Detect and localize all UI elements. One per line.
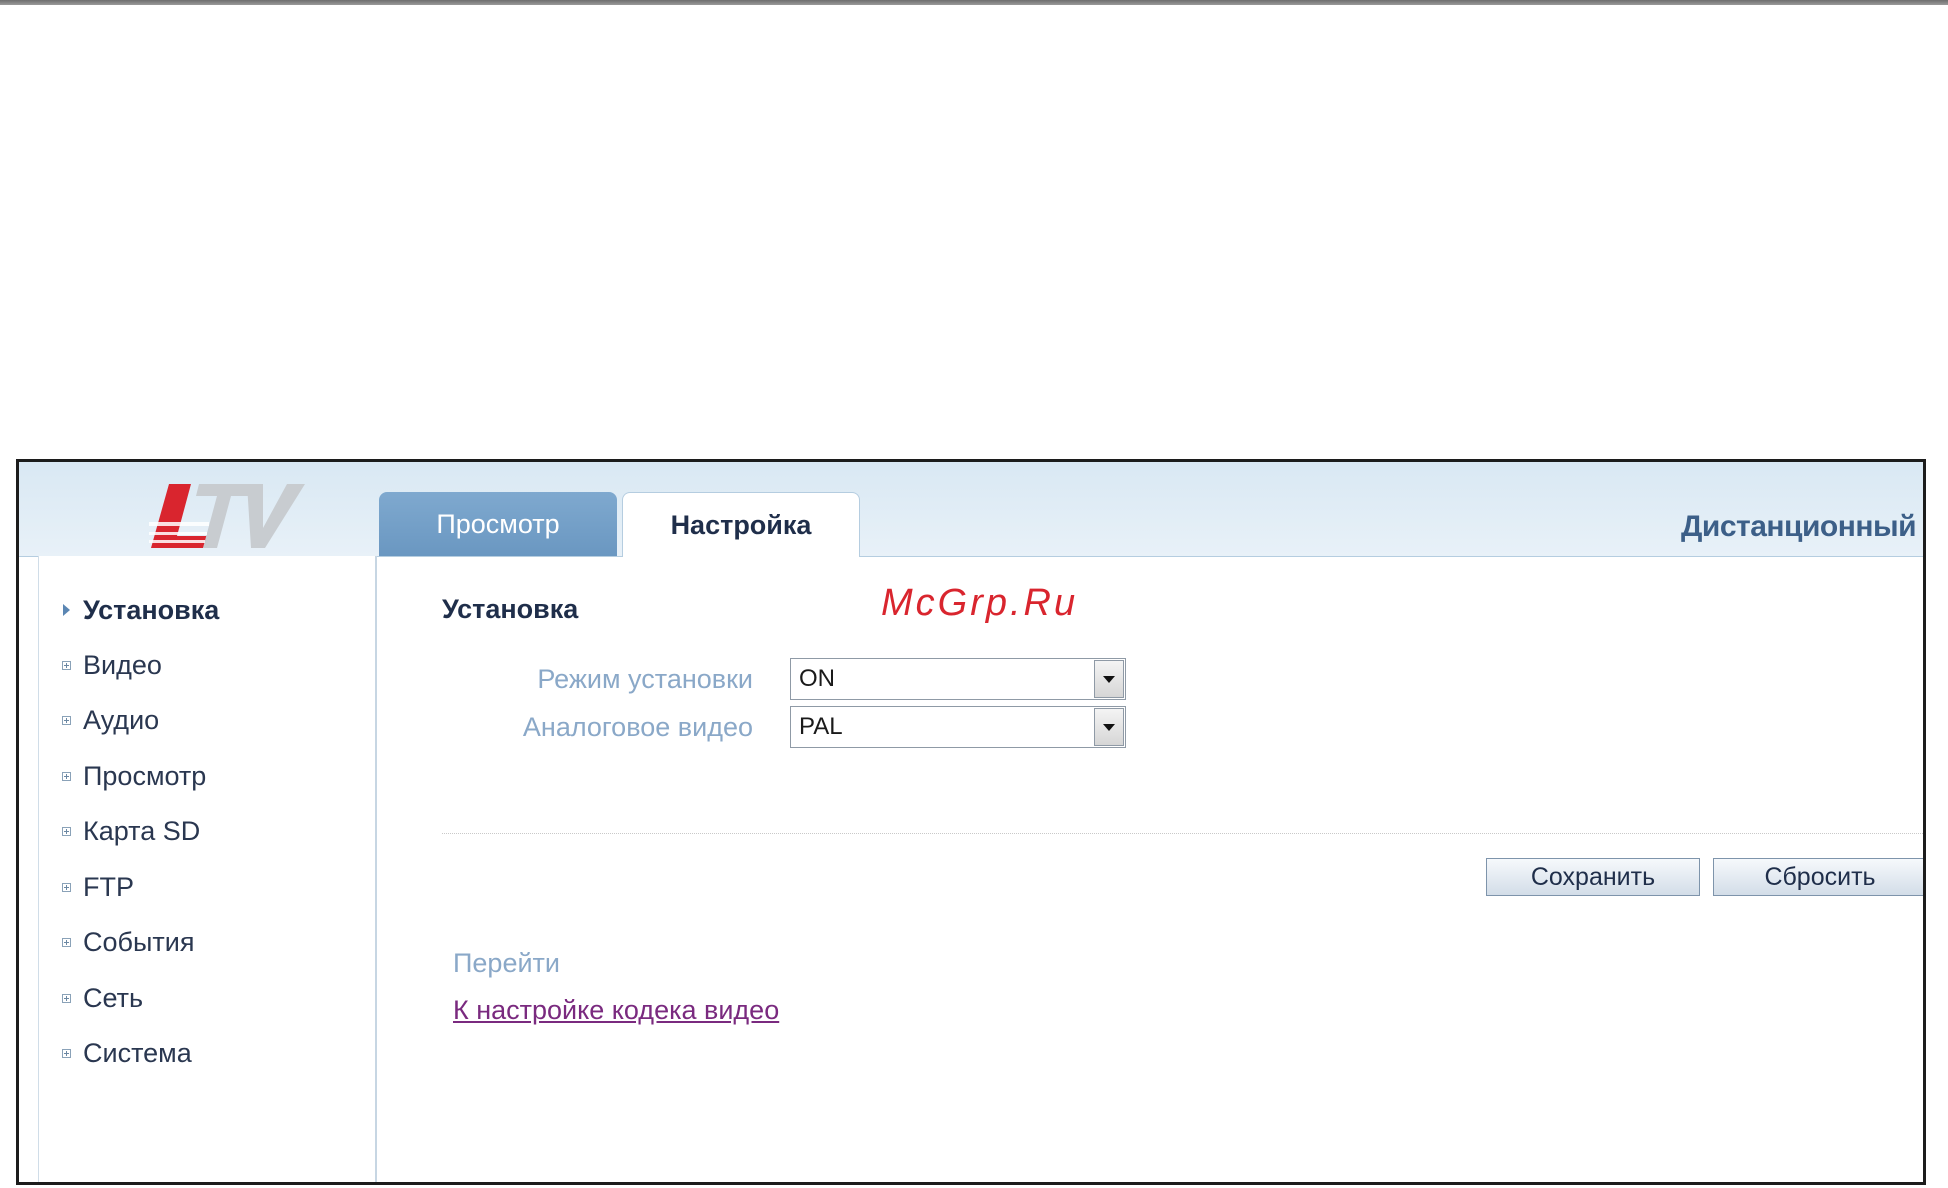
- sidebar-item-label: Сеть: [83, 982, 144, 1013]
- video-codec-settings-link[interactable]: К настройке кодека видео: [453, 995, 779, 1026]
- sidebar-item-video[interactable]: Видео: [59, 645, 162, 685]
- watermark: McGrp.Ru: [881, 582, 1079, 624]
- save-button[interactable]: Сохранить: [1486, 858, 1700, 896]
- sidebar-item-view[interactable]: Просмотр: [59, 756, 206, 796]
- header-bar: Просмотр Настройка Дистанционный г: [19, 462, 1923, 557]
- sidebar-item-label: FTP: [83, 871, 134, 902]
- sidebar-item-label: Просмотр: [83, 760, 207, 791]
- divider: [442, 833, 1923, 834]
- expand-icon: [59, 658, 73, 672]
- expand-icon: [59, 824, 73, 838]
- sidebar-item-label: Видео: [83, 649, 162, 680]
- expand-icon: [59, 935, 73, 949]
- ltv-logo: [149, 484, 305, 548]
- sidebar-item-label: Карта SD: [83, 815, 201, 846]
- sidebar-item-system[interactable]: Система: [59, 1033, 192, 1073]
- expand-icon: [59, 769, 73, 783]
- sidebar-item-label: События: [83, 926, 195, 957]
- sidebar-item-label: Система: [83, 1037, 192, 1068]
- arrow-right-icon: [59, 603, 73, 617]
- top-rule: [0, 0, 1948, 5]
- goto-label: Перейти: [453, 948, 560, 978]
- analog-video-label: Аналоговое видео: [522, 712, 753, 742]
- page-title: Установка: [442, 594, 579, 624]
- dropdown-arrow-icon[interactable]: [1094, 660, 1124, 698]
- expand-icon: [59, 991, 73, 1005]
- tab-view[interactable]: Просмотр: [379, 492, 617, 556]
- reset-button[interactable]: Сбросить: [1713, 858, 1923, 896]
- sidebar-item-sd-card[interactable]: Карта SD: [59, 811, 200, 851]
- expand-icon: [59, 880, 73, 894]
- analog-video-select[interactable]: PAL: [790, 706, 1126, 748]
- main-content: Установка McGrp.Ru Режим установки ON Ан…: [377, 556, 1923, 1182]
- setup-mode-label: Режим установки: [537, 664, 753, 694]
- expand-icon: [59, 713, 73, 727]
- analog-video-value: PAL: [799, 713, 843, 740]
- sidebar-item-network[interactable]: Сеть: [59, 978, 143, 1018]
- header-title: Дистанционный г: [1681, 510, 1926, 543]
- sidebar-item-audio[interactable]: Аудио: [59, 700, 159, 740]
- sidebar-item-setup[interactable]: Установка: [59, 590, 219, 630]
- setup-mode-value: ON: [799, 665, 835, 692]
- expand-icon: [59, 1046, 73, 1060]
- sidebar: Установка Видео Аудио Просмотр Карта SD …: [38, 556, 377, 1182]
- sidebar-item-label: Аудио: [83, 704, 160, 735]
- setup-mode-select[interactable]: ON: [790, 658, 1126, 700]
- sidebar-item-ftp[interactable]: FTP: [59, 867, 134, 907]
- sidebar-item-label: Установка: [83, 594, 220, 625]
- dropdown-arrow-icon[interactable]: [1094, 708, 1124, 746]
- sidebar-item-events[interactable]: События: [59, 922, 194, 962]
- tab-settings[interactable]: Настройка: [622, 492, 860, 557]
- app-window: Просмотр Настройка Дистанционный г Устан…: [16, 459, 1926, 1185]
